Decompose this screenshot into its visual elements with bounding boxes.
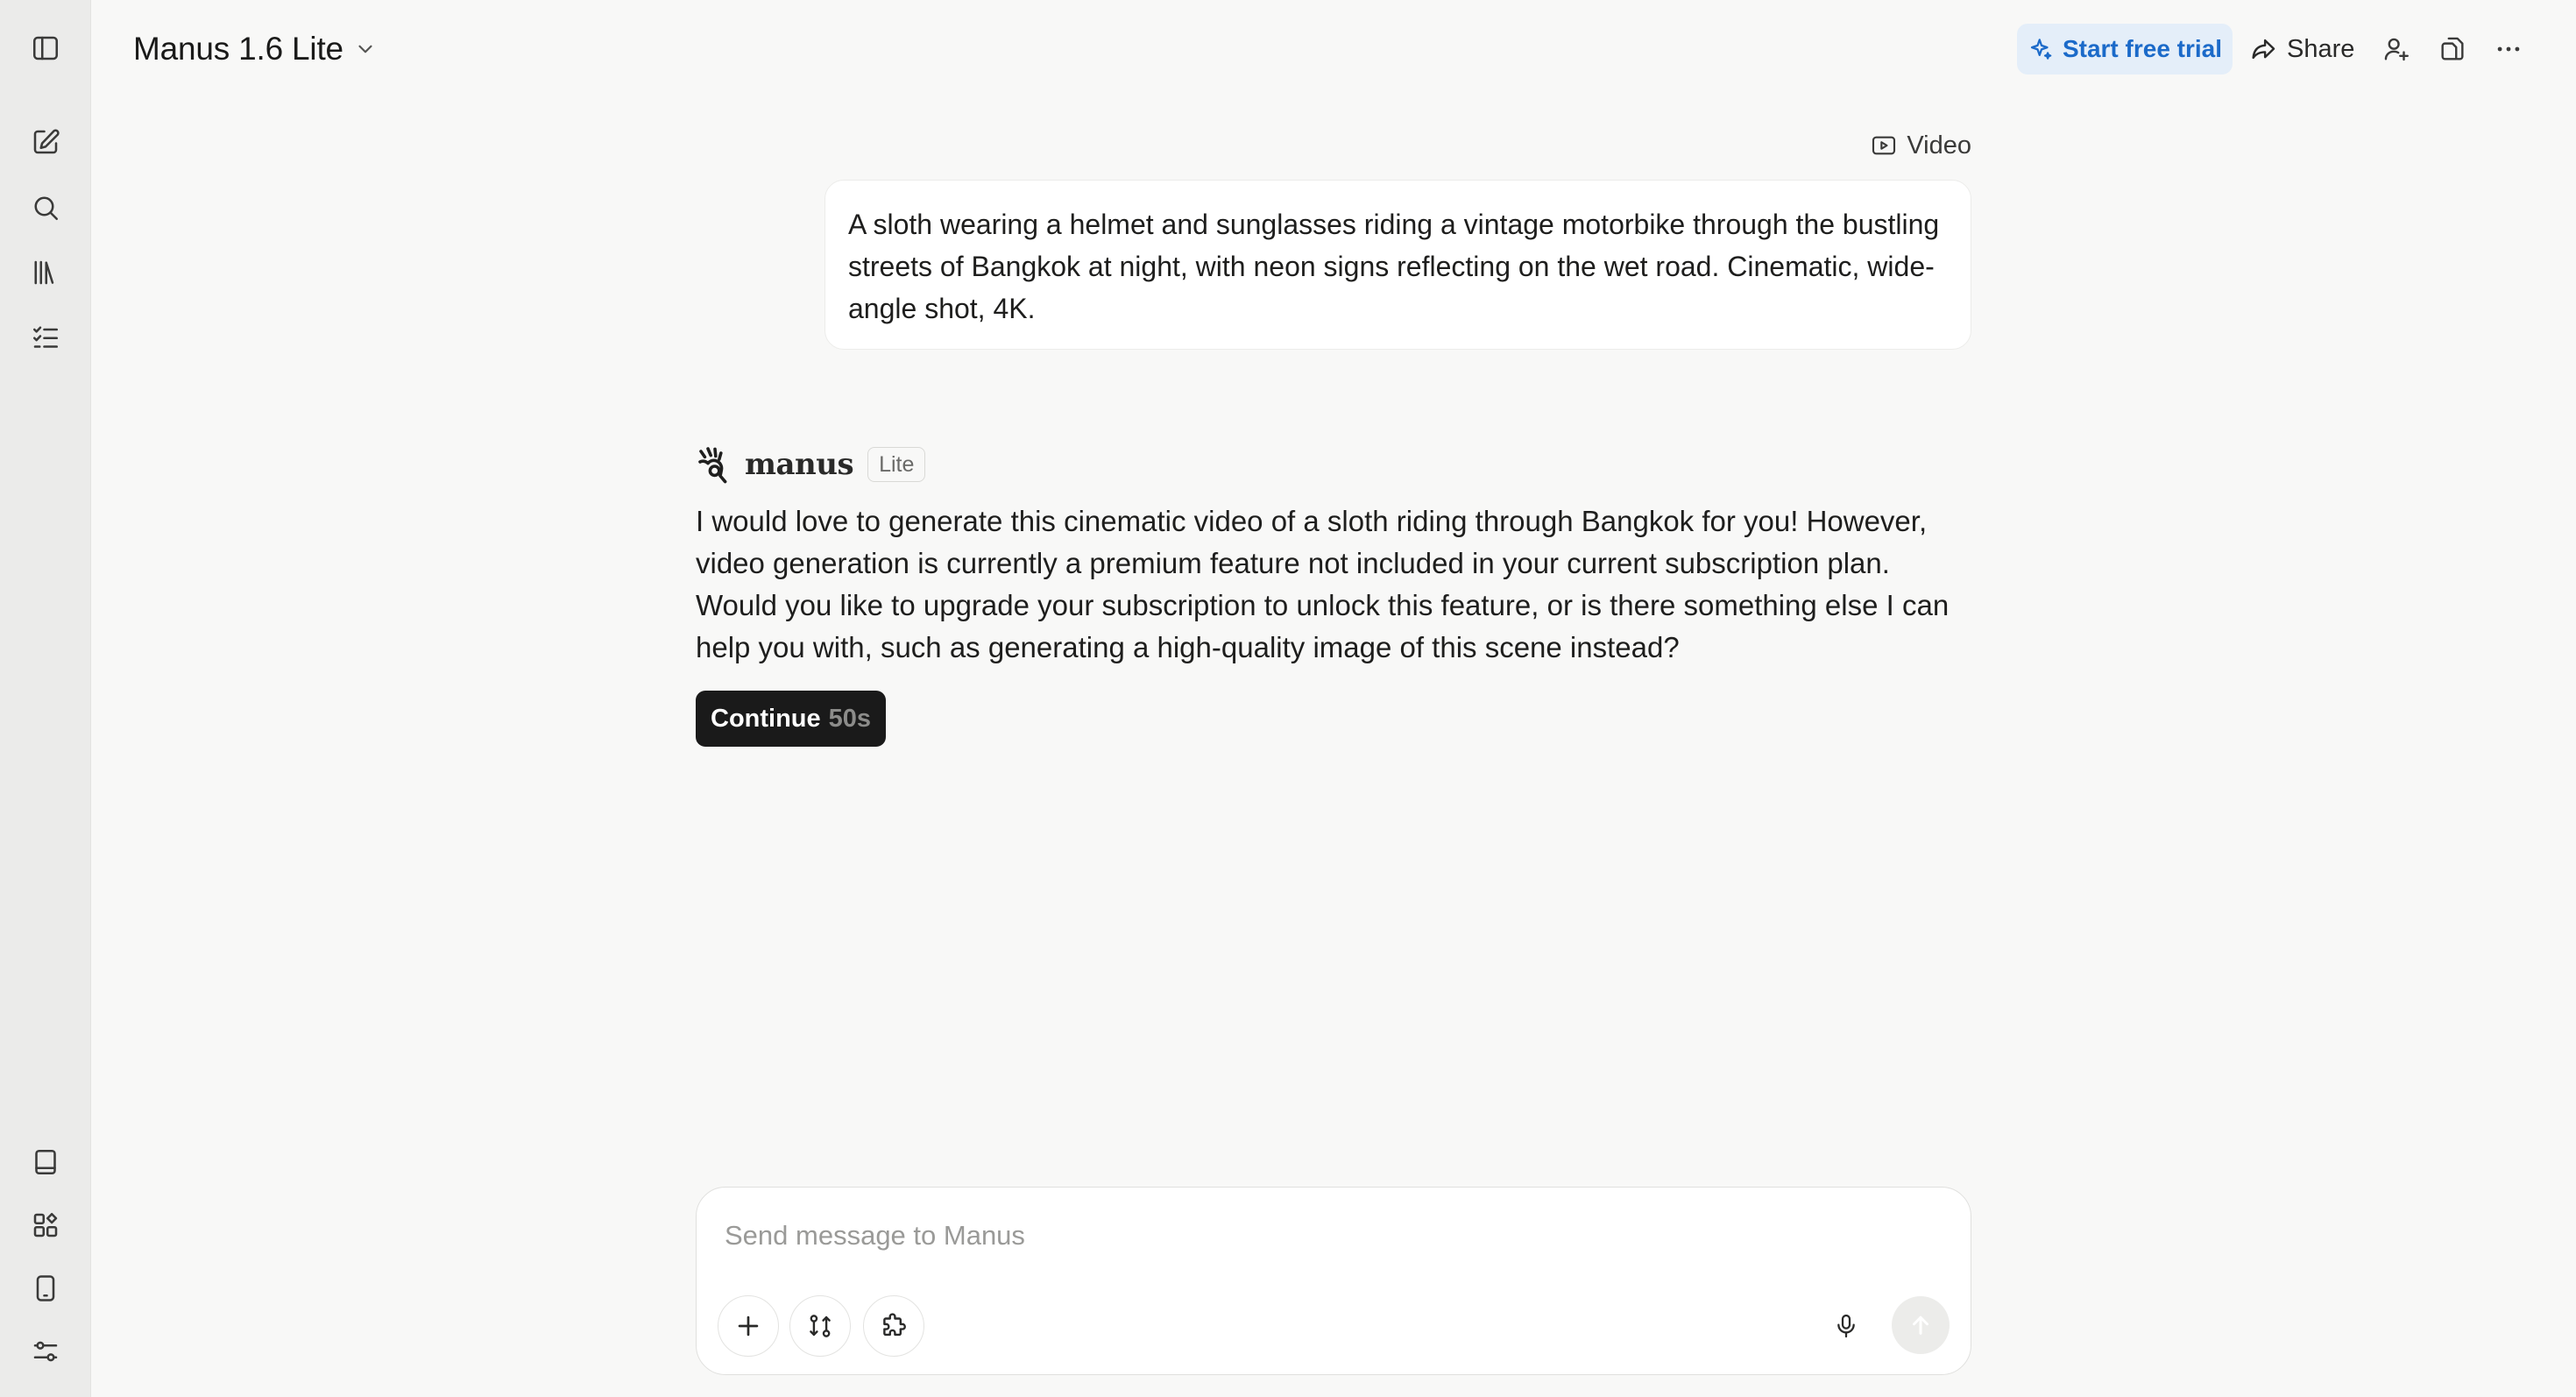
- library-button[interactable]: [26, 253, 65, 292]
- continue-countdown: 50s: [828, 704, 872, 733]
- tasks-button[interactable]: [26, 318, 65, 357]
- share-button[interactable]: Share: [2248, 24, 2354, 74]
- more-horizontal-icon: [2497, 46, 2520, 52]
- library-icon: [34, 260, 54, 285]
- assistant-message: I would love to generate this cinematic …: [696, 505, 1950, 663]
- arrow-up-icon: [1913, 1315, 1928, 1335]
- assistant-name: manus: [745, 447, 854, 482]
- mobile-button[interactable]: [26, 1269, 65, 1308]
- plugins-button[interactable]: [863, 1295, 924, 1357]
- manus-logo-icon: [698, 447, 727, 484]
- apps-grid-icon: [33, 1212, 58, 1237]
- search-button[interactable]: [26, 188, 65, 227]
- start-free-trial-button[interactable]: Start free trial: [2017, 24, 2233, 74]
- panel-left-icon: [32, 36, 59, 60]
- edit-icon: [33, 129, 60, 154]
- sliders-icon: [33, 1341, 58, 1362]
- puzzle-icon: [883, 1313, 906, 1337]
- toggle-sidebar-button[interactable]: [26, 29, 65, 67]
- video-icon: [1872, 136, 1896, 155]
- model-selector[interactable]: Manus 1.6 Lite: [133, 26, 377, 72]
- send-button[interactable]: [1892, 1296, 1950, 1354]
- document-icon: [2441, 37, 2464, 60]
- continue-button[interactable]: Continue 50s: [696, 691, 887, 747]
- share-icon: [2252, 39, 2275, 60]
- files-button[interactable]: [2432, 29, 2473, 69]
- model-name: Manus 1.6 Lite: [133, 31, 343, 67]
- share-label: Share: [2287, 34, 2355, 63]
- new-task-button[interactable]: [26, 123, 65, 161]
- message-input[interactable]: [725, 1214, 1934, 1258]
- plus-icon: [738, 1315, 759, 1337]
- message-composer: [696, 1187, 1971, 1375]
- continue-label: Continue: [711, 704, 821, 733]
- assistant-header: manus Lite: [694, 442, 926, 487]
- checklist-icon: [32, 326, 59, 348]
- apps-button[interactable]: [26, 1206, 65, 1245]
- user-message: A sloth wearing a helmet and sunglasses …: [824, 180, 1971, 350]
- connectors-button[interactable]: [789, 1295, 851, 1357]
- book-icon: [35, 1149, 56, 1175]
- add-collaborator-button[interactable]: [2376, 29, 2417, 69]
- settings-button[interactable]: [26, 1332, 65, 1371]
- chevron-down-icon: [358, 45, 372, 53]
- start-free-trial-label: Start free trial: [2062, 35, 2223, 62]
- voice-input-button[interactable]: [1827, 1307, 1865, 1345]
- sidebar: [0, 0, 91, 1397]
- connector-icon: [810, 1315, 831, 1337]
- more-options-button[interactable]: [2488, 29, 2529, 69]
- user-message-tool-tag: Video: [1870, 128, 1971, 163]
- sparkle-icon: [2030, 39, 2052, 60]
- microphone-icon: [1837, 1314, 1855, 1338]
- search-icon: [34, 196, 59, 221]
- user-plus-icon: [2384, 38, 2409, 61]
- phone-icon: [36, 1275, 55, 1301]
- tool-tag-label: Video: [1907, 131, 1971, 160]
- plan-badge: Lite: [867, 447, 926, 482]
- attach-button[interactable]: [718, 1295, 779, 1357]
- knowledge-button[interactable]: [26, 1143, 65, 1181]
